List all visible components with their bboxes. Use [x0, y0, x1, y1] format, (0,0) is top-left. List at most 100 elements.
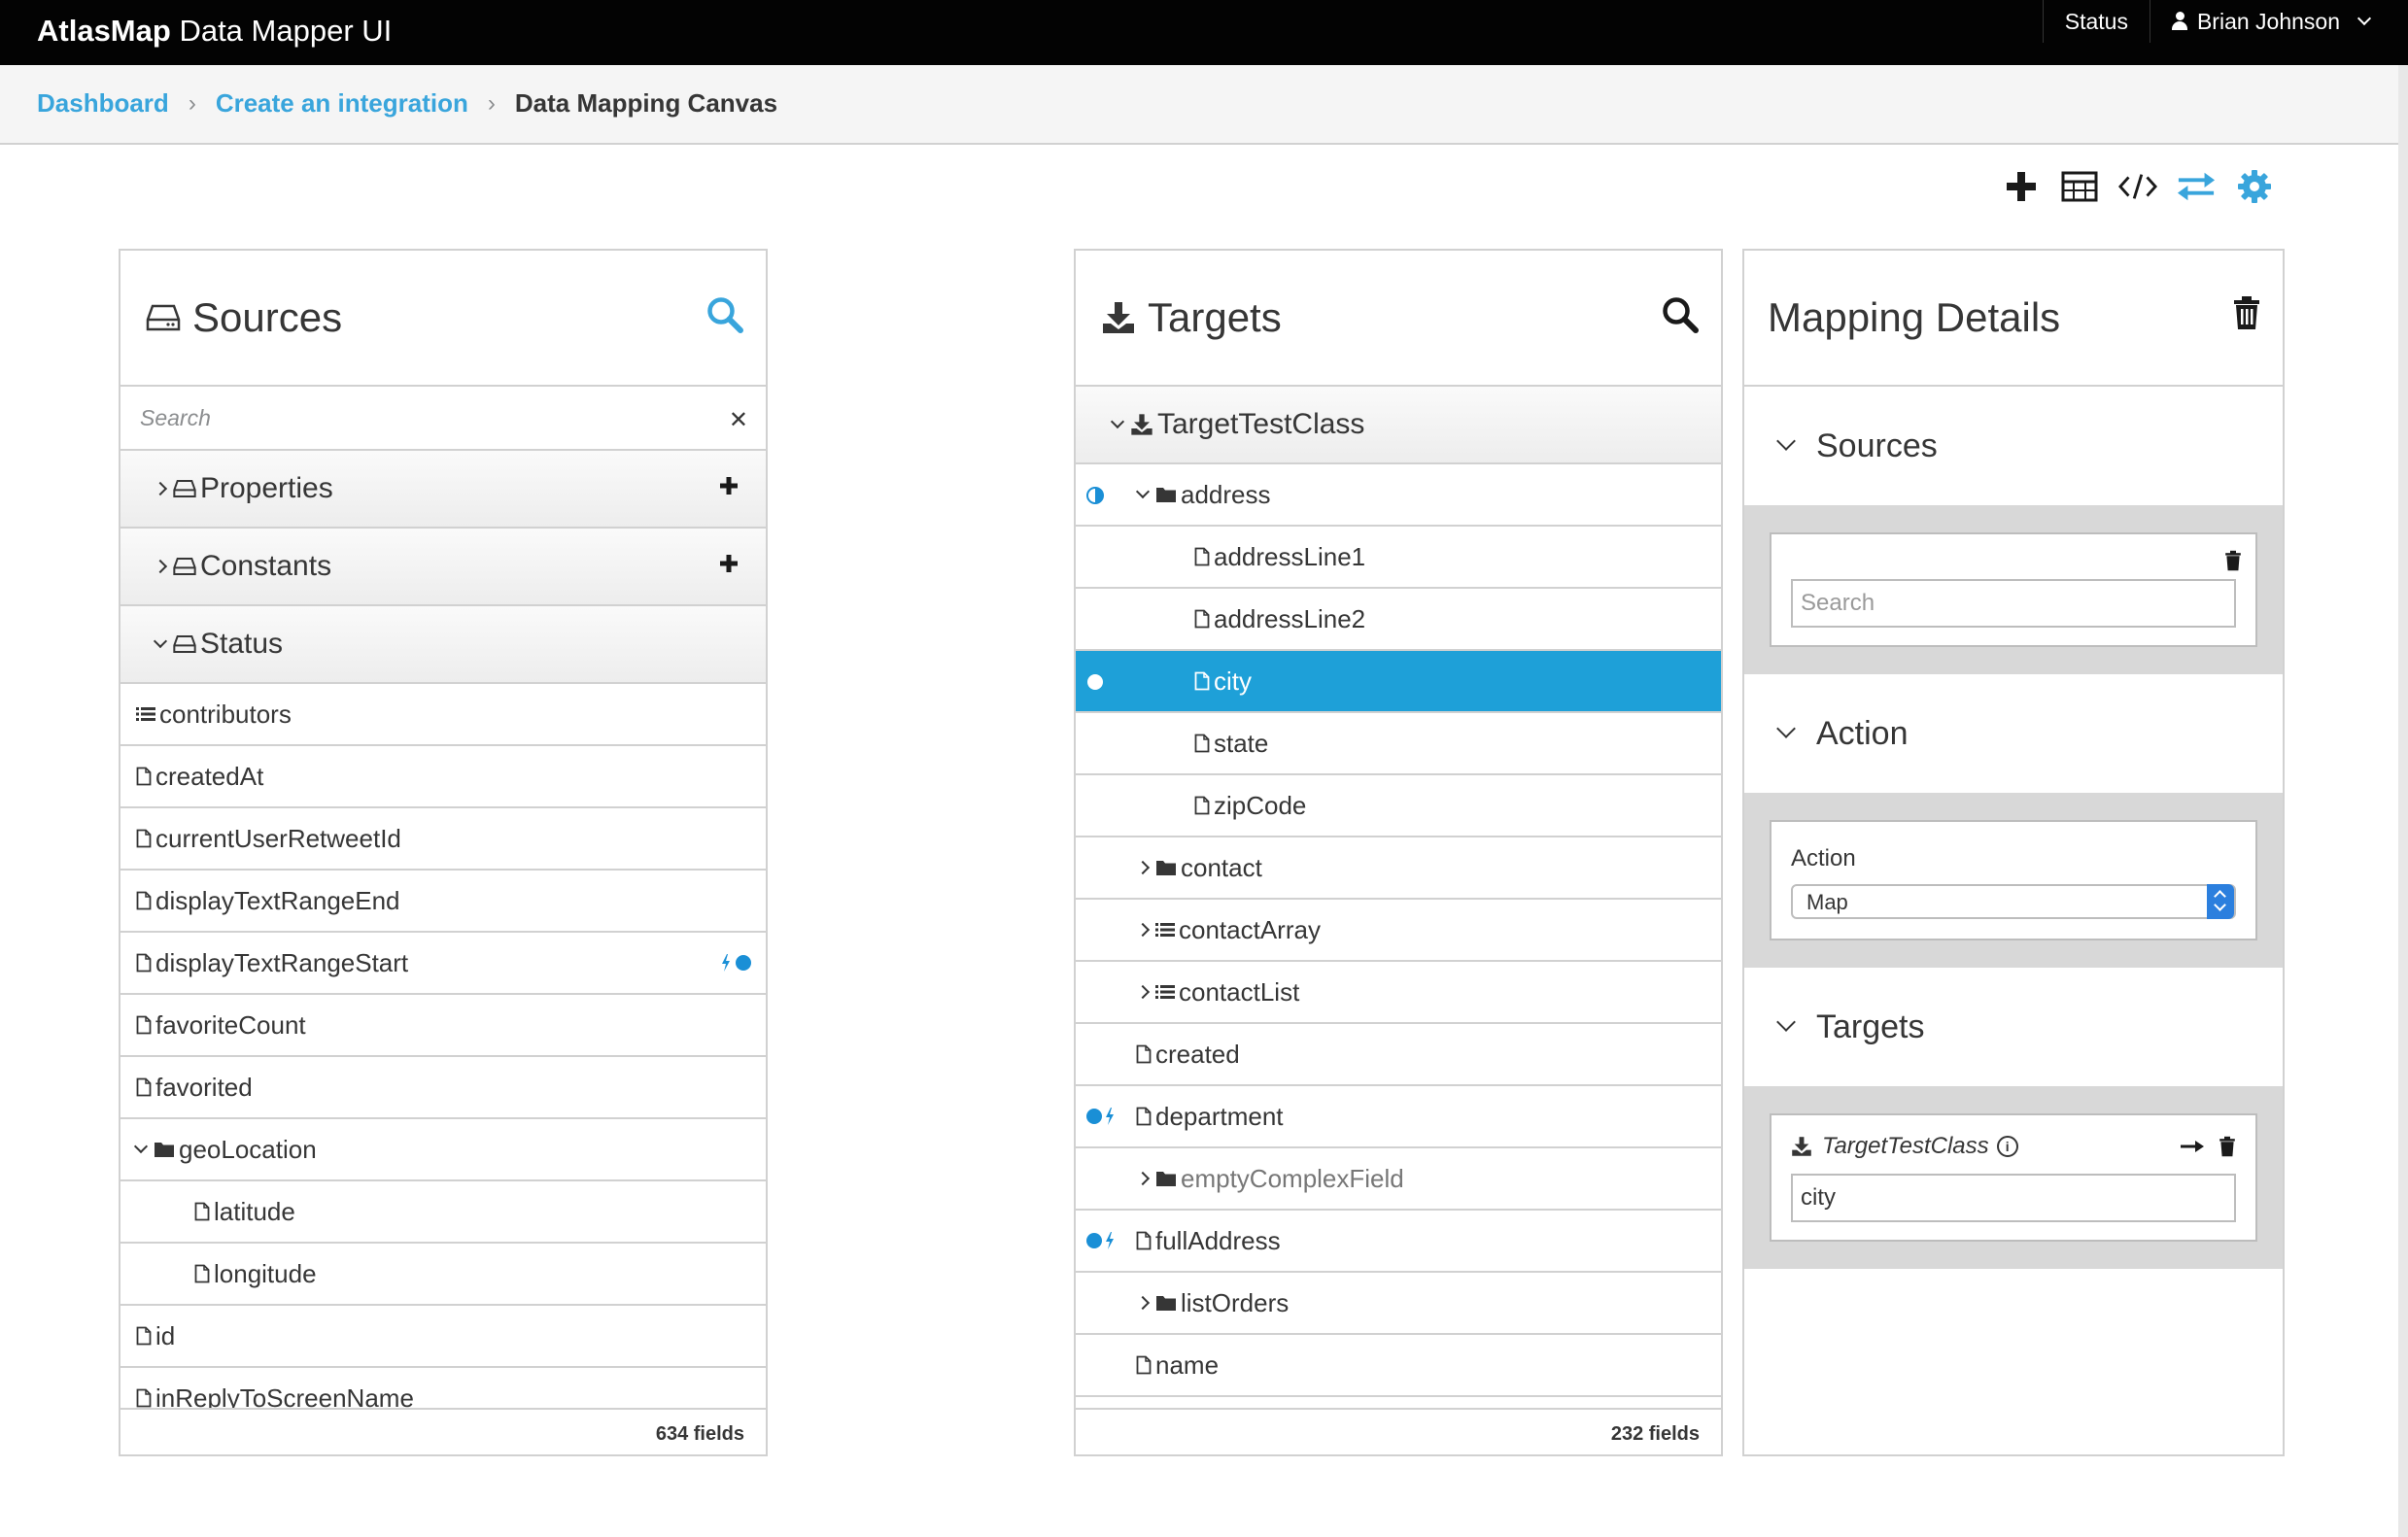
field-label: contributors — [159, 699, 292, 729]
action-select-value: Map — [1806, 890, 1848, 914]
gear-icon — [2238, 170, 2271, 203]
source-group-status[interactable]: Status — [120, 606, 766, 684]
chevron-down-icon[interactable] — [1110, 414, 1125, 429]
brand-logo[interactable]: AtlasMap Data Mapper UI — [37, 14, 392, 49]
chevron-right-icon[interactable] — [1135, 984, 1151, 1000]
chevron-right-icon[interactable] — [1135, 1295, 1151, 1311]
plus-icon[interactable] — [719, 554, 739, 573]
mapping-sources-section-toggle[interactable]: Sources — [1744, 387, 2283, 505]
settings-button[interactable] — [2235, 167, 2274, 206]
target-field-row[interactable]: listOrders — [1076, 1273, 1721, 1335]
source-group-properties[interactable]: Properties — [120, 451, 766, 529]
mapping-sources-well — [1744, 505, 2283, 674]
mapping-source-search-input[interactable] — [1791, 579, 2236, 628]
target-field-row[interactable]: created — [1076, 1024, 1721, 1086]
source-field-row[interactable]: displayTextRangeStart — [120, 933, 766, 995]
target-root-class[interactable]: TargetTestClass — [1076, 387, 1721, 464]
mapping-targets-title: Targets — [1816, 1008, 1925, 1045]
target-field-row[interactable]: contactList — [1076, 962, 1721, 1024]
search-icon[interactable] — [705, 295, 744, 334]
plus-icon[interactable] — [719, 476, 739, 495]
breadcrumb-current: Data Mapping Canvas — [514, 88, 778, 118]
mapping-action-title: Action — [1816, 714, 1909, 752]
select-arrows-icon — [2207, 884, 2234, 919]
remove-target-icon[interactable] — [2219, 1136, 2236, 1157]
source-group-constants[interactable]: Constants — [120, 529, 766, 606]
target-field-row[interactable]: zipCode — [1076, 775, 1721, 837]
chevron-right-icon[interactable] — [153, 481, 168, 496]
remove-source-icon[interactable] — [2224, 550, 2242, 571]
chevron-right-icon[interactable] — [1135, 922, 1151, 938]
chevron-right-icon[interactable] — [1135, 1171, 1151, 1186]
source-field-row[interactable]: favoriteCount — [120, 995, 766, 1057]
source-field-row[interactable]: contributors — [120, 684, 766, 746]
search-icon[interactable] — [1661, 295, 1700, 334]
source-field-row[interactable]: geoLocation — [120, 1119, 766, 1181]
download-icon — [1103, 302, 1134, 333]
chevron-down-icon[interactable] — [153, 633, 168, 649]
chevron-right-icon[interactable] — [153, 559, 168, 574]
file-icon — [136, 891, 152, 910]
target-field-row[interactable]: department — [1076, 1086, 1721, 1148]
target-field-row[interactable]: address — [1076, 464, 1721, 527]
mapping-table-button[interactable] — [2060, 167, 2099, 206]
show-mapped-lines-button[interactable] — [2177, 167, 2216, 206]
chevron-down-icon[interactable] — [133, 1139, 149, 1154]
source-field-row[interactable]: id — [120, 1306, 766, 1368]
breadcrumb-dashboard[interactable]: Dashboard — [37, 88, 169, 119]
field-label: name — [1155, 1349, 1220, 1380]
field-label: Status — [200, 628, 284, 660]
clear-search-icon[interactable]: ✕ — [729, 406, 748, 434]
field-label: latitude — [214, 1196, 295, 1226]
sources-panel: Sources Search ✕ Properties Constants Stat… — [119, 249, 768, 1456]
arrow-right-icon[interactable] — [2180, 1139, 2205, 1154]
action-label: Action — [1791, 845, 1856, 871]
mapping-target-card: TargetTestClass i — [1770, 1113, 2257, 1242]
action-select[interactable]: Map — [1791, 884, 2236, 919]
file-icon — [136, 767, 152, 786]
user-menu[interactable]: Brian Johnson — [2149, 0, 2408, 43]
breadcrumb-create-integration[interactable]: Create an integration — [216, 88, 468, 119]
source-field-row[interactable]: favorited — [120, 1057, 766, 1119]
chevron-right-icon[interactable] — [1135, 860, 1151, 875]
code-icon — [2118, 174, 2157, 199]
status-link[interactable]: Status — [2042, 0, 2150, 43]
source-field-row[interactable]: createdAt — [120, 746, 766, 808]
folder-icon — [1155, 486, 1177, 503]
page-scrollbar[interactable] — [2398, 65, 2408, 1537]
mapping-target-field-input[interactable] — [1791, 1174, 2236, 1222]
mapping-details-panel: Mapping Details Sources Action Action Ma… — [1742, 249, 2285, 1456]
field-label: department — [1155, 1101, 1284, 1131]
source-field-row[interactable]: currentUserRetweetId — [120, 808, 766, 871]
target-field-row[interactable]: city — [1076, 651, 1721, 713]
targets-field-count: 232 fields — [1076, 1408, 1721, 1454]
target-field-row[interactable]: state — [1076, 713, 1721, 775]
plus-icon — [720, 555, 738, 572]
field-label: favorited — [155, 1072, 253, 1102]
download-icon — [1130, 413, 1153, 436]
list-icon — [1155, 923, 1175, 937]
code-view-button[interactable] — [2118, 167, 2157, 206]
source-field-row[interactable]: displayTextRangeEnd — [120, 871, 766, 933]
target-field-row[interactable]: contact — [1076, 837, 1721, 900]
file-icon — [1194, 671, 1210, 691]
target-field-row[interactable]: addressLine1 — [1076, 527, 1721, 589]
field-label: geoLocation — [179, 1134, 317, 1164]
source-field-row[interactable]: longitude — [120, 1244, 766, 1306]
chevron-down-icon[interactable] — [1135, 484, 1151, 499]
target-field-row[interactable]: contactArray — [1076, 900, 1721, 962]
trash-icon[interactable] — [2232, 295, 2261, 330]
info-icon[interactable]: i — [1996, 1136, 2018, 1157]
file-icon — [1136, 1231, 1152, 1250]
file-icon — [194, 1202, 210, 1221]
file-icon — [1136, 1355, 1152, 1375]
target-field-row[interactable]: emptyComplexField — [1076, 1148, 1721, 1211]
mapping-action-section-toggle[interactable]: Action — [1744, 674, 2283, 793]
source-field-row[interactable]: latitude — [120, 1181, 766, 1244]
target-field-row[interactable]: fullAddress — [1076, 1211, 1721, 1273]
target-field-row[interactable]: name — [1076, 1335, 1721, 1397]
mapping-targets-section-toggle[interactable]: Targets — [1744, 968, 2283, 1086]
sources-search-field[interactable]: Search ✕ — [120, 387, 766, 451]
target-field-row[interactable]: addressLine2 — [1076, 589, 1721, 651]
add-mapping-button[interactable] — [2002, 167, 2041, 206]
